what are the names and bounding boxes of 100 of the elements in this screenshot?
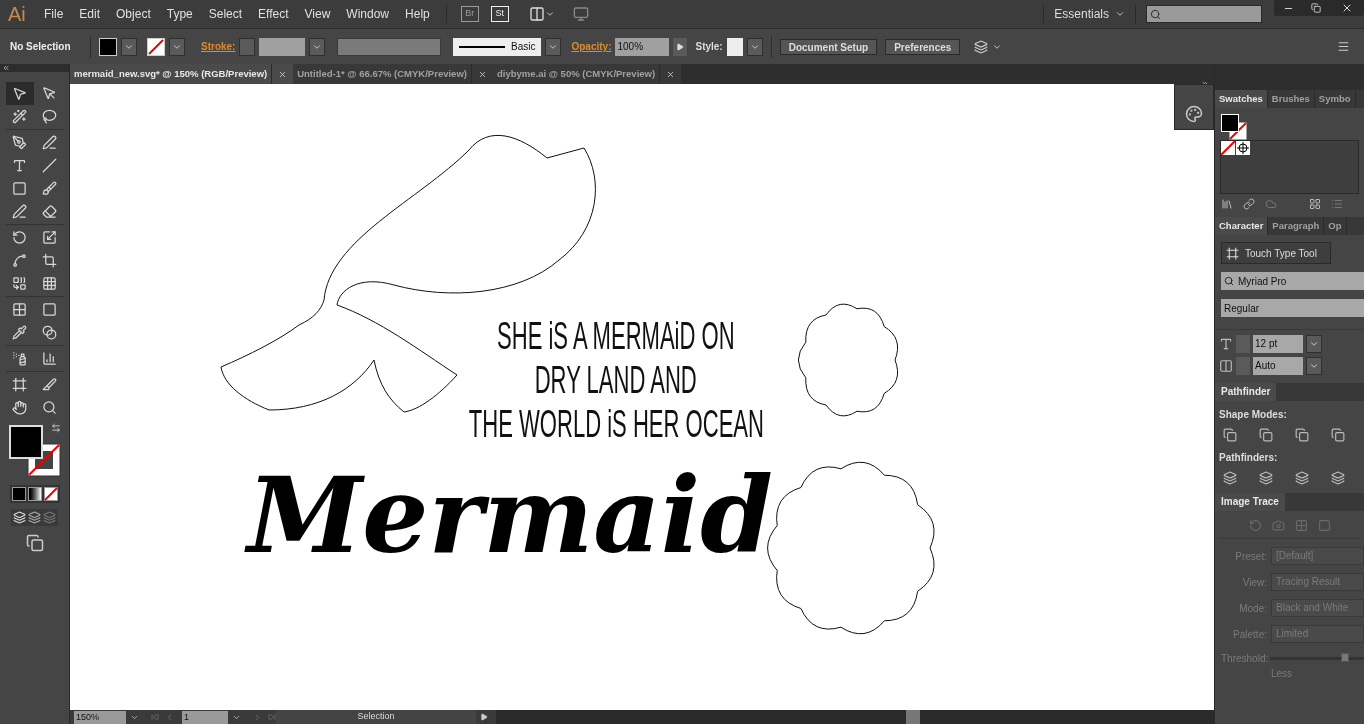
none-swatch[interactable] <box>1221 141 1235 155</box>
arrow-icon <box>12 86 27 101</box>
no-stroke-swatch[interactable] <box>147 37 165 56</box>
tracking-field[interactable]: Auto <box>1253 357 1303 375</box>
quote-line: DRY LAND AND <box>534 358 698 402</box>
font-size-icon <box>1219 337 1233 351</box>
menu-item[interactable]: Object <box>108 5 159 23</box>
status-menu-icon[interactable] <box>480 713 488 721</box>
menu-item[interactable]: Type <box>158 5 201 23</box>
slider-thumb[interactable] <box>1341 653 1350 662</box>
collapse-icon[interactable] <box>2 64 10 72</box>
screen-mode-icon[interactable] <box>25 534 44 552</box>
stroke-label[interactable]: Stroke: <box>201 39 236 54</box>
color-button[interactable] <box>11 487 26 501</box>
app-button[interactable]: St <box>490 6 509 22</box>
search-icon <box>1224 276 1234 286</box>
none-button[interactable] <box>43 487 58 501</box>
width-profile-field[interactable] <box>337 37 442 56</box>
style-swatch[interactable] <box>726 37 743 56</box>
blend-icon <box>42 325 57 340</box>
menu-item[interactable]: Select <box>200 5 251 23</box>
brush-field[interactable]: Basic <box>453 37 542 56</box>
close-icon <box>666 69 676 79</box>
close-icon <box>1341 2 1353 14</box>
font-size-field[interactable]: 12 pt <box>1253 335 1303 353</box>
panel-tab[interactable]: Swatches <box>1215 90 1268 108</box>
menu-item[interactable]: Help <box>397 5 438 23</box>
control-button[interactable]: Document Setup <box>779 38 878 55</box>
panel-title[interactable]: Pathfinder <box>1215 383 1277 401</box>
touch-type-button[interactable]: Touch Type Tool <box>1221 242 1331 264</box>
layout-icon[interactable] <box>528 6 545 22</box>
menu-item[interactable]: View <box>296 5 339 23</box>
panel-tab[interactable]: Character <box>1215 217 1269 235</box>
font-style-field[interactable]: Regular <box>1221 299 1364 317</box>
bar-chart-icon <box>42 351 57 366</box>
lasso-icon <box>42 109 57 124</box>
control-button[interactable]: Preferences <box>885 38 961 55</box>
opacity-arrow-button[interactable] <box>673 37 688 56</box>
registration-swatch[interactable] <box>1236 141 1250 155</box>
app-logo: Ai <box>7 2 27 27</box>
knife-icon <box>42 377 57 392</box>
eraser-icon <box>42 204 57 219</box>
restore-icon <box>1311 3 1321 13</box>
swap-icon[interactable] <box>50 423 61 433</box>
paintbrush-icon <box>42 181 57 196</box>
fill-color-box[interactable] <box>8 425 43 459</box>
shape-builder-icon <box>12 276 27 291</box>
panel-title[interactable]: Image Trace <box>1215 493 1285 511</box>
rectangle-icon <box>12 181 27 196</box>
horizontal-scrollbar[interactable] <box>496 710 1214 724</box>
menu-item[interactable]: Edit <box>71 5 109 23</box>
menu-item[interactable]: File <box>36 5 72 23</box>
panel-menu-icon[interactable] <box>1337 40 1350 53</box>
brush-name: Basic <box>511 40 536 54</box>
artboard-field[interactable]: 1 <box>182 710 228 724</box>
mesh-icon <box>12 302 27 317</box>
quote-line: SHE iS A MERMAiD ON <box>497 314 735 358</box>
close-icon <box>477 69 487 79</box>
arrow-tool[interactable] <box>5 82 34 105</box>
zoom-field[interactable]: 150% <box>74 710 126 724</box>
caret-icon <box>1115 9 1125 19</box>
section-label: Shape Modes: <box>1218 408 1288 422</box>
hand-icon <box>12 400 27 415</box>
play-icon <box>676 42 685 51</box>
search-icon <box>1150 8 1161 20</box>
pointer-icon <box>42 86 57 101</box>
caret-icon <box>1309 339 1319 349</box>
selection-status: No Selection <box>9 40 72 54</box>
letter-t-icon <box>12 158 27 173</box>
document-tab[interactable]: Untitled-1* @ 66.67% (CMYK/Preview) <box>293 64 472 84</box>
fill-swatch[interactable] <box>99 37 117 56</box>
menu-item[interactable]: Effect <box>250 5 297 23</box>
document-tab[interactable]: mermaid_new.svg* @ 150% (RGB/Preview) <box>70 64 273 84</box>
font-family-field[interactable]: Myriad Pro <box>1221 272 1364 290</box>
blob-brush-icon <box>12 204 27 219</box>
gradient-button[interactable] <box>27 487 42 501</box>
close-icon <box>278 69 288 79</box>
caret-icon <box>544 9 555 19</box>
menu-item[interactable]: Window <box>338 5 398 23</box>
spray-can-icon <box>12 351 27 366</box>
opacity-label[interactable]: Opacity: <box>571 39 612 54</box>
grid-icon <box>42 276 57 291</box>
document-tab[interactable]: diybyme.ai @ 50% (CMYK/Preview) <box>492 64 661 84</box>
magic-wand-icon <box>12 109 27 124</box>
pen-nib-icon <box>12 135 27 150</box>
gradient-icon <box>42 302 57 317</box>
stroke-weight-field[interactable] <box>259 37 306 56</box>
quote-line: THE WORLD iS HER OCEAN <box>468 402 764 446</box>
opacity-field[interactable]: 100% <box>615 37 670 56</box>
caret-icon <box>1309 361 1319 371</box>
palette-icon[interactable] <box>1185 105 1203 123</box>
library-icon[interactable] <box>1221 198 1233 210</box>
zoom-icon <box>42 400 57 415</box>
workspace-switcher[interactable]: Essentials <box>1044 5 1135 23</box>
search-field[interactable] <box>1146 5 1262 23</box>
grid-view-icon[interactable] <box>1309 198 1321 210</box>
close-tab-button[interactable] <box>471 64 493 84</box>
current-tool-status[interactable]: Selection <box>276 710 476 724</box>
warp-icon <box>12 253 27 268</box>
link-icon[interactable] <box>1243 198 1255 210</box>
